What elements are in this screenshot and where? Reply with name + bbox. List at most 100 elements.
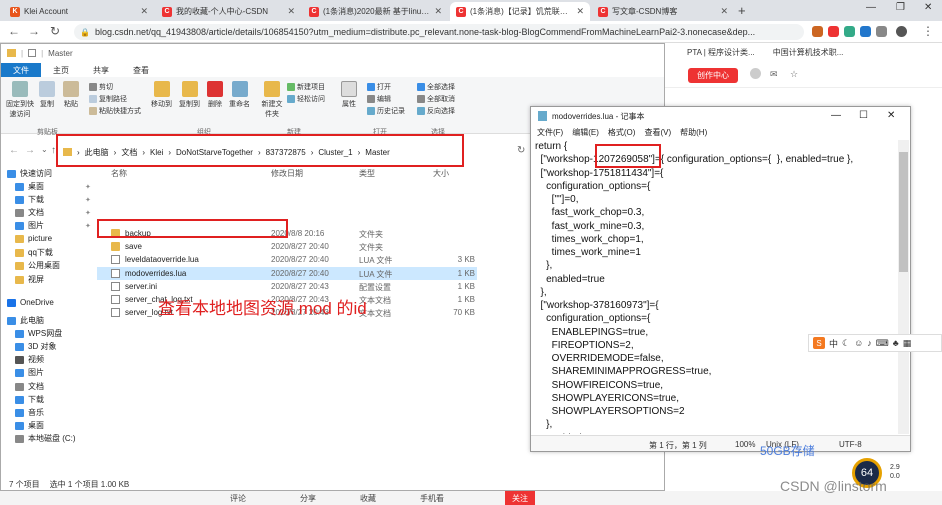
- history-button[interactable]: 历史记录: [367, 106, 405, 116]
- reload-icon[interactable]: ↻: [50, 24, 60, 38]
- select-none-button[interactable]: 全部取消: [417, 94, 455, 104]
- file-row[interactable]: save 2020/8/27 20:40 文件夹: [97, 240, 477, 253]
- copy-button[interactable]: 复制: [39, 81, 55, 109]
- nav-item[interactable]: 图片 ✦: [15, 220, 91, 231]
- grid-icon[interactable]: ▦: [903, 338, 912, 349]
- share-button[interactable]: 分享: [300, 493, 316, 504]
- pin-icon[interactable]: ✦: [85, 196, 91, 204]
- nav-item[interactable]: 桌面: [15, 420, 44, 431]
- avatar[interactable]: [896, 26, 907, 37]
- keyboard-icon[interactable]: ⌨: [876, 338, 889, 349]
- close-icon[interactable]: ✕: [287, 6, 295, 17]
- column-header-date[interactable]: 修改日期: [271, 168, 303, 179]
- properties-button[interactable]: 属性: [341, 81, 357, 109]
- nav-item[interactable]: OneDrive: [7, 298, 54, 307]
- nav-item[interactable]: qq下载: [15, 247, 53, 258]
- favorite-button[interactable]: 收藏: [360, 493, 376, 504]
- nav-item[interactable]: 文档: [15, 381, 44, 392]
- close-window-icon[interactable]: ✕: [924, 2, 932, 13]
- menu-help[interactable]: 帮助(H): [680, 127, 707, 138]
- mobile-view-button[interactable]: 手机看: [420, 493, 444, 504]
- nav-item[interactable]: 视频: [15, 354, 44, 365]
- ime-toolbar[interactable]: S 中 ☾ ☺ ♪ ⌨ ♣ ▦: [808, 334, 942, 352]
- new-folder-button[interactable]: 新建文件夹: [259, 81, 285, 119]
- pin-icon[interactable]: ✦: [85, 222, 91, 230]
- new-item-button[interactable]: 新建项目: [287, 82, 325, 92]
- nav-item[interactable]: 音乐: [15, 407, 44, 418]
- create-center-button[interactable]: 创作中心: [688, 68, 738, 83]
- url-bar[interactable]: 🔒 blog.csdn.net/qq_41943808/article/deta…: [74, 24, 804, 40]
- mic-icon[interactable]: ♪: [867, 338, 872, 348]
- ime-mode[interactable]: 中: [829, 337, 838, 350]
- cut-button[interactable]: 剪切: [89, 82, 113, 92]
- paste-shortcut-button[interactable]: 粘贴快捷方式: [89, 106, 141, 116]
- copy-to-button[interactable]: 复制到: [179, 81, 200, 109]
- favorite-icon[interactable]: ☆: [790, 69, 798, 80]
- follow-button[interactable]: 关注: [505, 491, 535, 505]
- pin-icon[interactable]: ✦: [85, 209, 91, 217]
- extension-icon[interactable]: [812, 26, 823, 37]
- file-row[interactable]: modoverrides.lua 2020/8/27 20:40 LUA 文件 1 K…: [97, 266, 477, 280]
- message-icon[interactable]: ✉: [770, 69, 778, 80]
- tab-home[interactable]: 主页: [41, 63, 81, 77]
- pin-quick-access-button[interactable]: 固定到快速访问: [5, 81, 35, 119]
- forward-arrow-icon[interactable]: →: [28, 24, 40, 38]
- new-tab-button[interactable]: +: [738, 3, 746, 18]
- file-row[interactable]: leveldataoverride.lua 2020/8/27 20:40 LUA …: [97, 253, 477, 266]
- menu-dots-icon[interactable]: ⋮: [922, 24, 934, 38]
- maximize-icon[interactable]: ☐: [859, 110, 868, 121]
- invert-selection-button[interactable]: 反向选择: [417, 106, 455, 116]
- menu-edit[interactable]: 编辑(E): [572, 127, 599, 138]
- scrollbar-thumb[interactable]: [899, 152, 908, 272]
- extension-icon[interactable]: [828, 26, 839, 37]
- tab-view[interactable]: 查看: [121, 63, 161, 77]
- bookmark-pta[interactable]: PTA | 程序设计类...: [687, 47, 755, 58]
- nav-item[interactable]: 公用桌面: [15, 260, 60, 271]
- nav-item[interactable]: picture: [15, 234, 52, 243]
- nav-item[interactable]: 本地磁盘 (C:): [15, 433, 76, 444]
- extension-icon[interactable]: [860, 26, 871, 37]
- tab-klei-account[interactable]: K Klei Account ✕: [4, 2, 154, 21]
- close-icon[interactable]: ✕: [140, 6, 148, 17]
- file-row[interactable]: server.ini 2020/8/27 20:43 配置设置 1 KB: [97, 280, 477, 293]
- menu-file[interactable]: 文件(F): [537, 127, 563, 138]
- tab-csdn-article-1[interactable]: C (1条消息)2020最新 基于linux饥 ✕: [303, 2, 448, 21]
- avatar[interactable]: [750, 68, 761, 79]
- nav-item[interactable]: 此电脑: [7, 315, 44, 326]
- menu-view[interactable]: 查看(V): [644, 127, 671, 138]
- nav-item[interactable]: 快速访问: [7, 168, 52, 179]
- extension-icon[interactable]: [876, 26, 887, 37]
- sogou-icon[interactable]: S: [813, 337, 825, 349]
- tab-csdn-write[interactable]: C 写文章-CSDN博客 ✕: [592, 2, 734, 21]
- minimize-icon[interactable]: —: [831, 110, 841, 121]
- notepad-text-area[interactable]: return { ["workshop-1207269058"]={ confi…: [535, 140, 897, 434]
- vertical-scrollbar[interactable]: [898, 140, 909, 434]
- delete-button[interactable]: 删除: [207, 81, 223, 109]
- moon-icon[interactable]: ☾: [842, 338, 850, 349]
- minimize-icon[interactable]: —: [866, 2, 876, 13]
- tab-csdn-favorites[interactable]: C 我的收藏-个人中心-CSDN ✕: [156, 2, 301, 21]
- nav-item[interactable]: 3D 对象: [15, 341, 56, 352]
- nav-item[interactable]: 图片: [15, 367, 44, 378]
- rename-button[interactable]: 重命名: [229, 81, 250, 109]
- nav-item[interactable]: WPS网盘: [15, 328, 62, 339]
- maximize-icon[interactable]: ❐: [896, 2, 905, 13]
- pin-icon[interactable]: ✦: [85, 183, 91, 191]
- close-icon[interactable]: ✕: [720, 6, 728, 17]
- refresh-icon[interactable]: ↻: [517, 145, 525, 156]
- extension-icon[interactable]: [844, 26, 855, 37]
- close-icon[interactable]: ✕: [887, 110, 895, 121]
- nav-item[interactable]: 下载: [15, 394, 44, 405]
- skin-icon[interactable]: ♣: [893, 338, 899, 348]
- tab-csdn-article-active[interactable]: C (1条消息)【记录】饥荒联机版- ✕: [450, 2, 590, 21]
- quick-access-icon[interactable]: [28, 49, 37, 57]
- easy-access-button[interactable]: 轻松访问: [287, 94, 325, 104]
- comment-button[interactable]: 评论: [230, 493, 246, 504]
- move-to-button[interactable]: 移动到: [151, 81, 172, 109]
- nav-item[interactable]: 桌面 ✦: [15, 181, 91, 192]
- nav-item[interactable]: 文档 ✦: [15, 207, 91, 218]
- back-arrow-icon[interactable]: ←: [8, 24, 20, 38]
- edit-button[interactable]: 编辑: [367, 94, 391, 104]
- close-icon[interactable]: ✕: [576, 6, 584, 17]
- tab-share[interactable]: 共享: [81, 63, 121, 77]
